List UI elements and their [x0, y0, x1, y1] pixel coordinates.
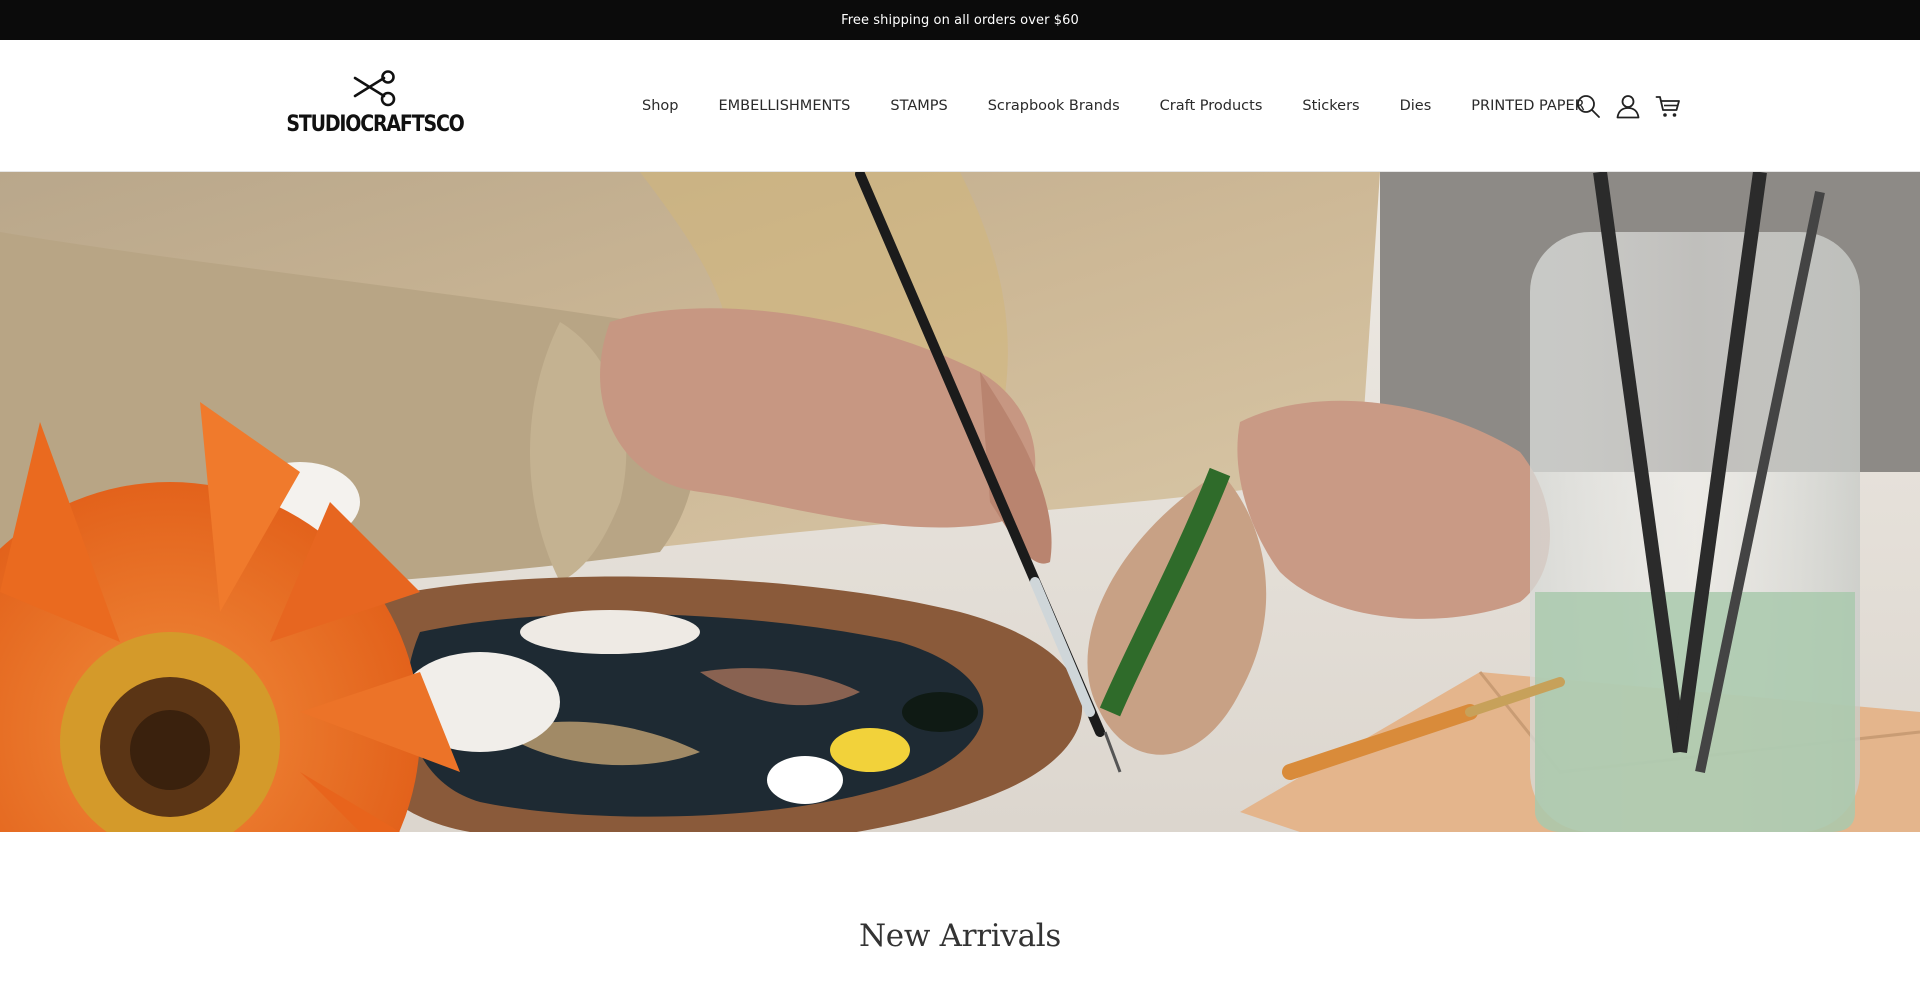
scissors-logo-icon: [353, 70, 396, 107]
nav-scrapbook-brands[interactable]: Scrapbook Brands: [988, 98, 1120, 114]
nav-stamps[interactable]: STAMPS: [890, 98, 947, 114]
cart-icon: [1655, 95, 1680, 117]
account-icon: [1616, 94, 1640, 118]
header-icons: [1574, 40, 1682, 171]
nav-printed-paper[interactable]: PRINTED PAPER: [1471, 98, 1584, 114]
nav-dies[interactable]: Dies: [1400, 98, 1432, 114]
nav-shop[interactable]: Shop: [642, 98, 678, 114]
nav-embellishments[interactable]: EMBELLISHMENTS: [718, 98, 850, 114]
nav-stickers[interactable]: Stickers: [1302, 98, 1359, 114]
main-nav: Shop EMBELLISHMENTS STAMPS Scrapbook Bra…: [642, 40, 1585, 171]
site-header: STUDIOCRAFTSCO Shop EMBELLISHMENTS STAMP…: [0, 40, 1920, 172]
logo[interactable]: STUDIOCRAFTSCO: [286, 70, 465, 140]
announcement-bar: Free shipping on all orders over $60: [0, 0, 1920, 40]
cart-button[interactable]: [1654, 92, 1682, 120]
announcement-text: Free shipping on all orders over $60: [841, 12, 1079, 28]
nav-craft-products[interactable]: Craft Products: [1160, 98, 1263, 114]
logo-text: STUDIOCRAFTSCO: [286, 111, 464, 137]
hero-banner[interactable]: [0, 172, 1920, 832]
new-arrivals-heading: New Arrivals: [858, 918, 1062, 954]
search-icon: [1577, 94, 1600, 118]
search-button[interactable]: [1574, 92, 1602, 120]
hero-image: [0, 172, 1920, 832]
account-button[interactable]: [1614, 92, 1642, 120]
